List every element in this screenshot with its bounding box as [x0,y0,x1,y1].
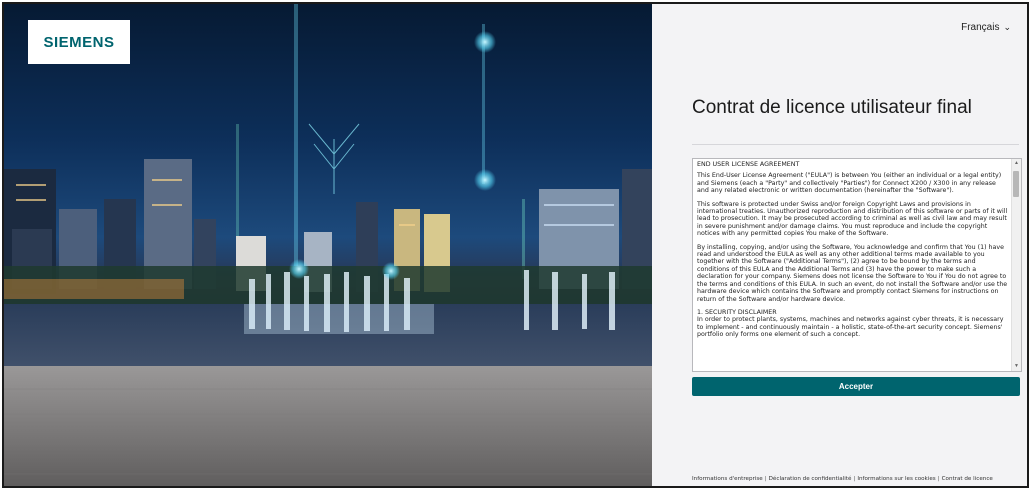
eula-heading: END USER LICENSE AGREEMENT [697,161,800,168]
eula-paragraph: This software is protected under Swiss a… [697,200,1008,238]
divider [692,144,1019,145]
accept-button[interactable]: Accepter [692,377,1020,396]
logo-text: SIEMENS [43,33,115,51]
page-title: Contrat de licence utilisateur final [692,97,972,118]
eula-section-heading: 1. SECURITY DISCLAIMER [697,308,777,316]
eula-paragraph: By installing, copying, and/or using the… [697,243,1008,303]
footer-link-corporate-info[interactable]: Informations d'entreprise [692,476,763,482]
footer-link-cookies[interactable]: Informations sur les cookies [857,476,935,482]
city-skyline-illustration [4,4,652,486]
eula-paragraph: This End-User License Agreement ("EULA")… [697,172,1002,195]
eula-paragraph: In order to protect plants, systems, mac… [697,316,1004,339]
app-frame: SIEMENS Français ⌄ Contrat de licence ut… [2,2,1029,488]
eula-textbox[interactable]: END USER LICENSE AGREEMENT This End-User… [692,158,1022,372]
language-label: Français [961,22,1000,33]
hero-image: SIEMENS [4,4,652,486]
scroll-down-icon[interactable]: ▼ [1013,363,1020,370]
language-selector[interactable]: Français ⌄ [961,22,1011,33]
scroll-up-icon[interactable]: ▲ [1013,160,1020,167]
chevron-down-icon: ⌄ [1003,22,1011,32]
eula-content: END USER LICENSE AGREEMENT This End-User… [697,161,1009,369]
siemens-logo: SIEMENS [28,20,130,64]
license-panel: Français ⌄ Contrat de licence utilisateu… [652,4,1027,486]
footer-link-privacy[interactable]: Déclaration de confidentialité [769,476,852,482]
scrollbar-thumb[interactable] [1013,171,1019,197]
footer-links: Informations d'entreprise | Déclaration de… [692,474,1017,486]
eula-scrollbar[interactable]: ▲ ▼ [1011,159,1021,371]
